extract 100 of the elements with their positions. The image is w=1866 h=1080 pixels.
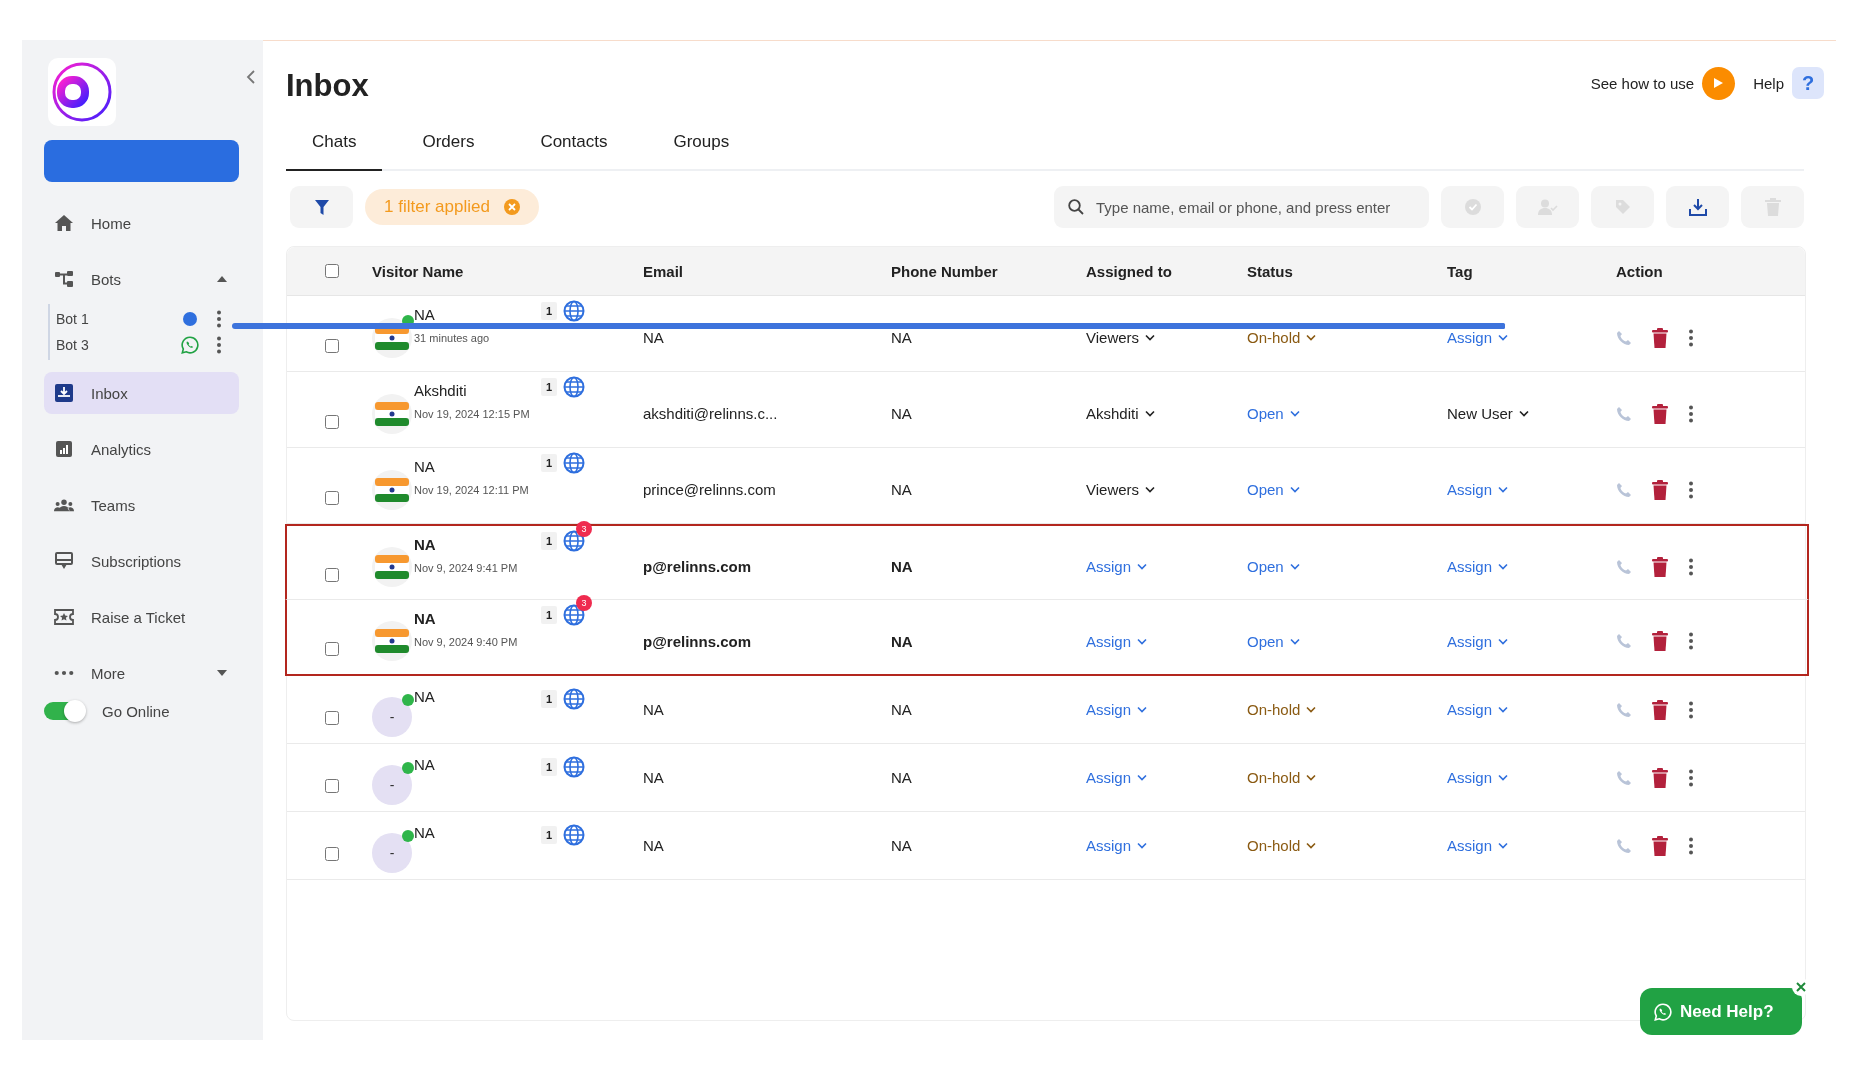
help-link[interactable]: Help ? — [1753, 67, 1824, 99]
dropdown[interactable]: Assign — [1086, 769, 1148, 786]
globe-icon — [563, 452, 586, 474]
trash-icon[interactable] — [1652, 556, 1668, 577]
toggle-switch[interactable] — [44, 702, 84, 720]
visitor-name: NA — [414, 688, 436, 705]
chevron-down-icon — [1498, 334, 1509, 341]
download-icon — [1688, 198, 1707, 216]
bot-item[interactable]: Bot 3 — [56, 332, 239, 358]
dropdown[interactable]: Open — [1247, 481, 1300, 498]
nav-item[interactable]: Bots — [44, 258, 239, 300]
unread-badge: 3 — [576, 521, 593, 537]
dropdown[interactable]: Assign — [1447, 481, 1509, 498]
select-all-checkbox[interactable] — [324, 264, 339, 278]
search-field[interactable]: Type name, email or phone, and press enter — [1054, 186, 1429, 228]
trash-icon[interactable] — [1652, 835, 1668, 856]
kebab-icon[interactable] — [1688, 480, 1694, 499]
chevron-down-icon — [1306, 334, 1317, 341]
trash-icon[interactable] — [1652, 631, 1668, 651]
chevron-down-icon — [1145, 334, 1156, 341]
trash-icon[interactable] — [1652, 767, 1668, 788]
dropdown[interactable]: Open — [1247, 405, 1300, 422]
chevron-down-icon — [1137, 842, 1148, 849]
kebab-icon[interactable] — [1688, 557, 1694, 576]
kebab-icon[interactable] — [1688, 328, 1694, 347]
email-cell-text: p@relinns.com — [643, 632, 752, 650]
chevron-down-icon — [1137, 563, 1148, 570]
globe-icon — [563, 376, 586, 398]
tab[interactable]: Groups — [647, 124, 756, 171]
guide-link[interactable]: See how to use — [1590, 66, 1736, 100]
row-checkbox[interactable] — [324, 710, 339, 725]
flag-icon — [375, 554, 409, 579]
dropdown[interactable]: Assign — [1086, 837, 1148, 854]
dropdown[interactable]: Open — [1247, 558, 1300, 575]
dropdown[interactable]: Assign — [1447, 329, 1509, 346]
count-badge: 1 — [541, 690, 558, 708]
dropdown[interactable]: Viewers — [1086, 329, 1156, 346]
dropdown[interactable]: On-hold — [1247, 837, 1317, 854]
dropdown[interactable]: On-hold — [1247, 329, 1317, 346]
kebab-icon[interactable] — [1688, 768, 1694, 787]
nav-item[interactable]: Inbox — [44, 372, 239, 414]
row-checkbox[interactable] — [324, 490, 339, 505]
dropdown[interactable]: Assign — [1086, 632, 1148, 650]
dropdown[interactable]: On-hold — [1247, 769, 1317, 786]
dropdown[interactable]: Assign — [1086, 558, 1148, 575]
flag-icon — [375, 477, 409, 502]
trash-icon[interactable] — [1652, 327, 1668, 348]
filter-button[interactable] — [290, 186, 353, 228]
visitor-name: NA — [414, 306, 436, 323]
toolbar-button[interactable] — [1666, 186, 1729, 228]
chevron-down-icon — [1137, 774, 1148, 781]
row-checkbox[interactable] — [324, 846, 339, 861]
kebab-icon[interactable] — [216, 336, 222, 354]
kebab-icon[interactable] — [1688, 836, 1694, 855]
row-checkbox[interactable] — [324, 642, 339, 656]
nav-item[interactable]: Raise a Ticket — [44, 596, 239, 638]
visitor-name: NA — [414, 610, 437, 627]
row-checkbox[interactable] — [324, 414, 339, 429]
help-chat-button[interactable]: Need Help? — [1640, 988, 1802, 1035]
chevron-down-icon — [1137, 637, 1148, 645]
dropdown[interactable]: Assign — [1447, 558, 1509, 575]
dropdown[interactable]: New User — [1447, 405, 1529, 422]
nav-item[interactable]: Subscriptions — [44, 540, 239, 582]
dropdown[interactable]: Assign — [1447, 632, 1509, 650]
bot-item[interactable]: Bot 1 — [56, 306, 239, 332]
kebab-icon[interactable] — [1688, 632, 1694, 650]
dropdown[interactable]: Viewers — [1086, 481, 1156, 498]
nav-item[interactable]: Home — [44, 202, 239, 244]
visitor-name: Akshditi — [414, 382, 468, 399]
dropdown[interactable]: Akshditi — [1086, 405, 1155, 422]
dropdown[interactable]: Assign — [1447, 701, 1509, 718]
check-circle-icon — [1464, 199, 1481, 215]
trash-icon[interactable] — [1652, 699, 1668, 720]
row-checkbox[interactable] — [324, 567, 339, 582]
dropdown[interactable]: On-hold — [1247, 701, 1317, 718]
tab[interactable]: Chats — [286, 124, 383, 171]
row-checkbox[interactable] — [324, 778, 339, 793]
kebab-icon[interactable] — [1688, 700, 1694, 719]
monitor-icon — [55, 552, 73, 570]
globe-dot-icon — [183, 312, 197, 326]
tag-icon — [1614, 199, 1631, 215]
nav-item[interactable]: Analytics — [44, 428, 239, 470]
chevron-left-icon[interactable] — [246, 70, 255, 84]
dropdown[interactable]: Assign — [1447, 837, 1509, 854]
count-badge: 1 — [541, 606, 558, 624]
kebab-icon[interactable] — [1688, 404, 1694, 423]
row-checkbox[interactable] — [324, 338, 339, 353]
nav-item[interactable]: Teams — [44, 484, 239, 526]
dropdown[interactable]: Assign — [1447, 769, 1509, 786]
chevron-down-icon — [1289, 563, 1300, 570]
dropdown[interactable]: Assign — [1086, 701, 1148, 718]
tab[interactable]: Orders — [396, 124, 501, 171]
chevron-down-icon — [1289, 486, 1300, 493]
nav-item[interactable]: More — [44, 652, 239, 694]
trash-icon[interactable] — [1652, 479, 1668, 500]
kebab-icon[interactable] — [216, 310, 222, 328]
phone-cell-text: NA — [891, 837, 913, 854]
tab[interactable]: Contacts — [514, 124, 634, 171]
trash-icon[interactable] — [1652, 403, 1668, 424]
dropdown[interactable]: Open — [1247, 632, 1300, 650]
